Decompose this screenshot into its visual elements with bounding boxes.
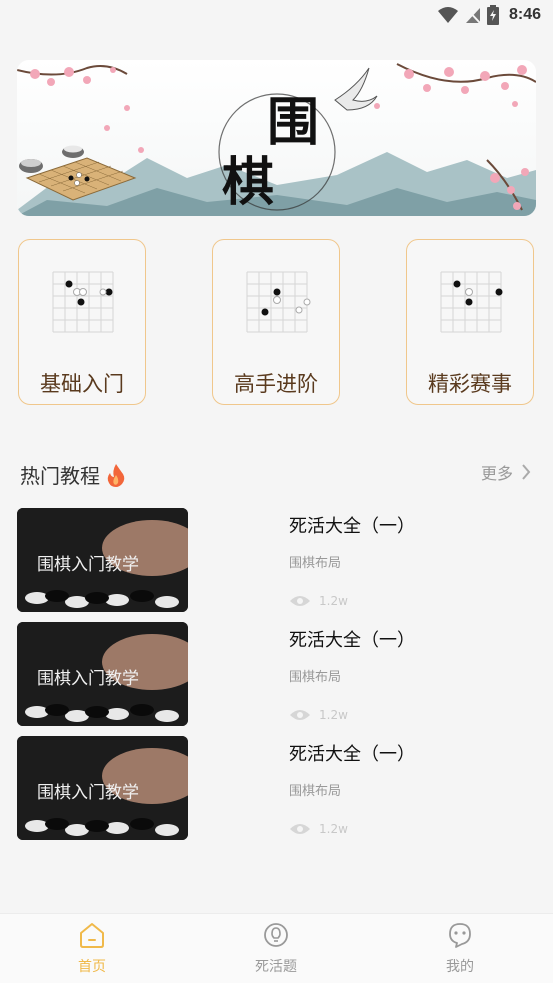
- view-count-text: 1.2w: [319, 594, 348, 608]
- tutorial-row[interactable]: 围棋入门教学 死活大全（一） 围棋布局 1.2w: [17, 508, 536, 612]
- tutorial-title: 死活大全（一）: [289, 516, 415, 537]
- tab-problems[interactable]: 死活题: [231, 922, 321, 976]
- eye-icon: [290, 596, 310, 606]
- thumbnail-text: 围棋入门教学: [37, 669, 139, 689]
- go-board-icon: [440, 271, 503, 333]
- view-count: 1.2w: [289, 594, 348, 608]
- view-count-text: 1.2w: [319, 822, 348, 836]
- status-icons: 8:46: [437, 5, 541, 25]
- category-card-basics[interactable]: 基础入门: [18, 239, 146, 405]
- tutorial-thumbnail: 围棋入门教学: [17, 622, 188, 726]
- eye-icon: [290, 824, 310, 834]
- no-signal-icon: [465, 7, 481, 24]
- go-board-icon: [52, 271, 114, 333]
- eye-icon: [290, 710, 310, 720]
- tutorial-row[interactable]: 围棋入门教学 死活大全（一） 围棋布局 1.2w: [17, 622, 536, 726]
- banner[interactable]: 围 棋: [17, 60, 536, 216]
- tab-label: 我的: [446, 959, 474, 975]
- lightbulb-icon: [264, 923, 288, 947]
- category-label: 精彩赛事: [428, 372, 512, 396]
- profile-icon: [449, 923, 471, 948]
- category-card-advanced[interactable]: 高手进阶: [212, 239, 340, 405]
- more-label: 更多: [480, 464, 513, 483]
- go-board-icon: [246, 271, 311, 333]
- tab-label: 死活题: [255, 959, 297, 975]
- tutorial-thumbnail: 围棋入门教学: [17, 736, 188, 840]
- go-banner-image: 围 棋: [17, 60, 536, 216]
- more-link[interactable]: 更多: [481, 460, 531, 484]
- tutorial-subtitle: 围棋布局: [289, 784, 342, 799]
- home-icon: [80, 923, 104, 948]
- category-card-matches[interactable]: 精彩赛事: [406, 239, 534, 405]
- thumbnail-text: 围棋入门教学: [37, 555, 139, 575]
- tutorial-title: 死活大全（一）: [289, 744, 415, 765]
- chevron-right-icon: [522, 464, 531, 480]
- status-time: 8:46: [508, 6, 541, 23]
- section-title: 热门教程: [20, 460, 126, 489]
- view-count: 1.2w: [289, 822, 348, 836]
- status-bar: 8:46: [0, 0, 553, 32]
- banner-title-char-2: 棋: [222, 152, 274, 213]
- tutorial-row[interactable]: 围棋入门教学 死活大全（一） 围棋布局 1.2w: [17, 736, 536, 840]
- view-count: 1.2w: [289, 708, 348, 722]
- thumbnail-text: 围棋入门教学: [37, 783, 139, 803]
- category-label: 高手进阶: [234, 372, 318, 396]
- category-label: 基础入门: [40, 372, 124, 396]
- section-title-text: 热门教程: [20, 464, 100, 488]
- banner-title-char-1: 围: [267, 92, 319, 153]
- wifi-icon: [437, 7, 458, 23]
- view-count-text: 1.2w: [319, 708, 348, 722]
- tutorial-thumbnail: 围棋入门教学: [17, 508, 188, 612]
- battery-charging-icon: [486, 5, 499, 25]
- tab-label: 首页: [78, 959, 106, 975]
- fire-icon: [107, 463, 125, 487]
- bottom-tab-bar: 首页 死活题 我的: [0, 913, 553, 983]
- tutorial-subtitle: 围棋布局: [289, 556, 342, 571]
- tab-profile[interactable]: 我的: [415, 922, 505, 976]
- tutorial-title: 死活大全（一）: [289, 630, 415, 651]
- tutorial-subtitle: 围棋布局: [289, 670, 342, 685]
- tab-home[interactable]: 首页: [47, 922, 137, 976]
